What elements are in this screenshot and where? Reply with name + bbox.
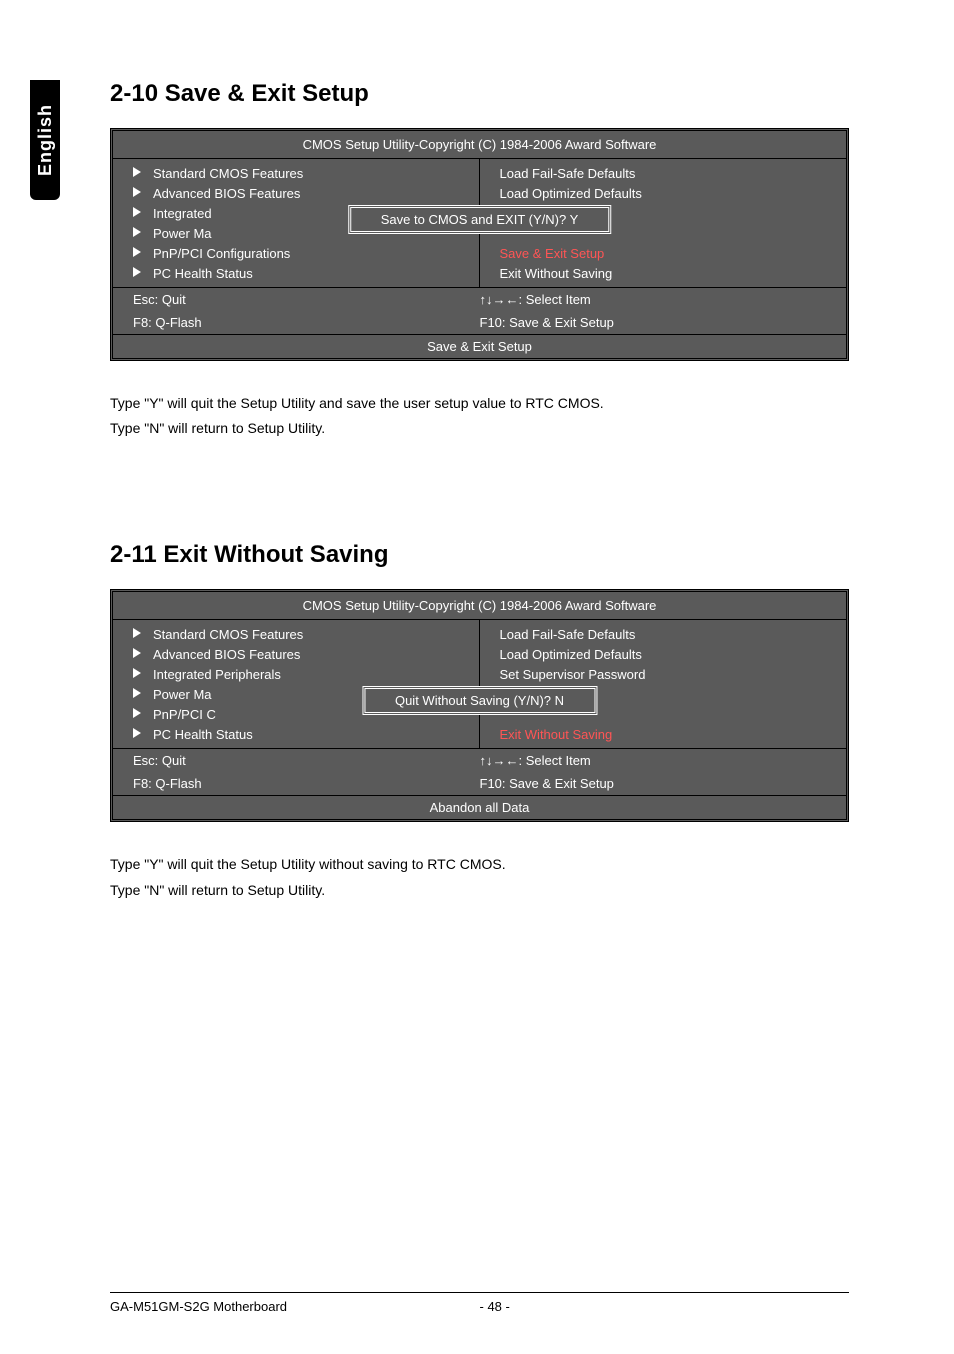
bios-dialog-save[interactable]: Save to CMOS and EXIT (Y/N)? Y bbox=[348, 205, 612, 234]
desc-line: Type "Y" will quit the Setup Utility wit… bbox=[110, 852, 849, 877]
bios-item-standard-cmos[interactable]: Standard CMOS Features bbox=[113, 163, 479, 183]
triangle-right-icon bbox=[133, 227, 141, 240]
triangle-right-icon bbox=[133, 628, 141, 641]
bios-item-optimized[interactable]: Load Optimized Defaults bbox=[480, 183, 847, 203]
bios-item-advanced-bios[interactable]: Advanced BIOS Features bbox=[113, 183, 479, 203]
desc-line: Type "Y" will quit the Setup Utility and… bbox=[110, 391, 849, 416]
bios-box-exit-no-save: CMOS Setup Utility-Copyright (C) 1984-20… bbox=[110, 589, 849, 822]
triangle-right-icon bbox=[133, 728, 141, 741]
bios-footer-select: ↑↓→←: Select Item bbox=[480, 753, 827, 768]
triangle-right-icon bbox=[133, 247, 141, 260]
bios-item-label: Load Fail-Safe Defaults bbox=[500, 166, 636, 181]
bios-dialog-quit[interactable]: Quit Without Saving (Y/N)? N bbox=[362, 686, 597, 715]
triangle-right-icon bbox=[133, 688, 141, 701]
bios-box-save-exit: CMOS Setup Utility-Copyright (C) 1984-20… bbox=[110, 128, 849, 361]
bios-item-optimized[interactable]: Load Optimized Defaults bbox=[480, 644, 847, 664]
language-tab: English bbox=[30, 80, 60, 200]
description-save-exit: Type "Y" will quit the Setup Utility and… bbox=[110, 391, 849, 441]
bios-item-pc-health[interactable]: PC Health Status bbox=[113, 263, 479, 283]
bios-item-label: Set Supervisor Password bbox=[500, 667, 646, 682]
bios-footer-row-1: Esc: Quit ↑↓→←: Select Item bbox=[113, 288, 846, 311]
bios-item-label: PnP/PCI Configurations bbox=[153, 246, 290, 261]
bios-item-label: Advanced BIOS Features bbox=[153, 647, 300, 662]
bios-footer-f10: F10: Save & Exit Setup bbox=[480, 776, 827, 791]
bios-item-label: Load Fail-Safe Defaults bbox=[500, 627, 636, 642]
bios-item-label: Integrated Peripherals bbox=[153, 667, 281, 682]
bios-footer-row-1: Esc: Quit ↑↓→←: Select Item bbox=[113, 749, 846, 772]
bios-item-failsafe[interactable]: Load Fail-Safe Defaults bbox=[480, 163, 847, 183]
triangle-right-icon bbox=[133, 668, 141, 681]
bios-item-pnp-pci[interactable]: PnP/PCI Configurations bbox=[113, 243, 479, 263]
bios-left-column: Standard CMOS Features Advanced BIOS Fea… bbox=[113, 620, 480, 748]
bios-footer-select: ↑↓→←: Select Item bbox=[480, 292, 827, 307]
bios-item-failsafe[interactable]: Load Fail-Safe Defaults bbox=[480, 624, 847, 644]
bios-columns: Standard CMOS Features Advanced BIOS Fea… bbox=[113, 158, 846, 288]
bios-footer-qflash: F8: Q-Flash bbox=[133, 315, 480, 330]
triangle-right-icon bbox=[133, 207, 141, 220]
bios-item-integrated[interactable]: Integrated Peripherals bbox=[113, 664, 479, 684]
triangle-right-icon bbox=[133, 648, 141, 661]
bios-bottom-bar: Save & Exit Setup bbox=[113, 334, 846, 358]
bios-item-label: Exit Without Saving bbox=[500, 727, 613, 742]
bios-item-label: PnP/PCI C bbox=[153, 707, 216, 722]
bios-footer-row-2: F8: Q-Flash F10: Save & Exit Setup bbox=[113, 311, 846, 334]
bios-item-label: Power Ma bbox=[153, 226, 212, 241]
bios-columns: Standard CMOS Features Advanced BIOS Fea… bbox=[113, 619, 846, 749]
desc-line: Type "N" will return to Setup Utility. bbox=[110, 878, 849, 903]
bios-item-label: PC Health Status bbox=[153, 727, 253, 742]
bios-item-standard-cmos[interactable]: Standard CMOS Features bbox=[113, 624, 479, 644]
bios-footer-esc: Esc: Quit bbox=[133, 292, 480, 307]
triangle-right-icon bbox=[133, 187, 141, 200]
bios-title: CMOS Setup Utility-Copyright (C) 1984-20… bbox=[113, 592, 846, 619]
bios-item-save-exit[interactable]: Save & Exit Setup bbox=[480, 243, 847, 263]
page-content: 2-10 Save & Exit Setup CMOS Setup Utilit… bbox=[110, 80, 849, 903]
bios-item-label: Power Ma bbox=[153, 687, 212, 702]
desc-line: Type "N" will return to Setup Utility. bbox=[110, 416, 849, 441]
description-exit-no-save: Type "Y" will quit the Setup Utility wit… bbox=[110, 852, 849, 902]
bios-item-label: Standard CMOS Features bbox=[153, 166, 303, 181]
bios-item-label: Load Optimized Defaults bbox=[500, 647, 642, 662]
triangle-right-icon bbox=[133, 708, 141, 721]
triangle-right-icon bbox=[133, 267, 141, 280]
bios-item-exit-no-save[interactable]: Exit Without Saving bbox=[480, 724, 847, 744]
bios-item-label: PC Health Status bbox=[153, 266, 253, 281]
bios-item-label: Save & Exit Setup bbox=[500, 246, 605, 261]
bios-item-advanced-bios[interactable]: Advanced BIOS Features bbox=[113, 644, 479, 664]
bios-bottom-bar: Abandon all Data bbox=[113, 795, 846, 819]
bios-footer-f10: F10: Save & Exit Setup bbox=[480, 315, 827, 330]
language-label: English bbox=[35, 104, 56, 176]
bios-footer-qflash: F8: Q-Flash bbox=[133, 776, 480, 791]
bios-item-pc-health[interactable]: PC Health Status bbox=[113, 724, 479, 744]
bios-title: CMOS Setup Utility-Copyright (C) 1984-20… bbox=[113, 131, 846, 158]
bios-item-label: Exit Without Saving bbox=[500, 266, 613, 281]
bios-item-label: Load Optimized Defaults bbox=[500, 186, 642, 201]
bios-item-supervisor-pw[interactable]: Set Supervisor Password bbox=[480, 664, 847, 684]
bios-item-exit-no-save[interactable]: Exit Without Saving bbox=[480, 263, 847, 283]
triangle-right-icon bbox=[133, 167, 141, 180]
bios-item-label: Integrated bbox=[153, 206, 212, 221]
page-footer: GA-M51GM-S2G Motherboard - 48 - bbox=[110, 1292, 849, 1314]
bios-item-label: Standard CMOS Features bbox=[153, 627, 303, 642]
section-heading-save-exit: 2-10 Save & Exit Setup bbox=[110, 80, 849, 108]
footer-page-number: - 48 - bbox=[480, 1299, 628, 1314]
footer-product: GA-M51GM-S2G Motherboard bbox=[110, 1299, 480, 1314]
bios-item-label: Advanced BIOS Features bbox=[153, 186, 300, 201]
bios-right-column: Load Fail-Safe Defaults Load Optimized D… bbox=[480, 620, 847, 748]
section-heading-exit-no-save: 2-11 Exit Without Saving bbox=[110, 541, 849, 569]
bios-footer-row-2: F8: Q-Flash F10: Save & Exit Setup bbox=[113, 772, 846, 795]
bios-footer-esc: Esc: Quit bbox=[133, 753, 480, 768]
